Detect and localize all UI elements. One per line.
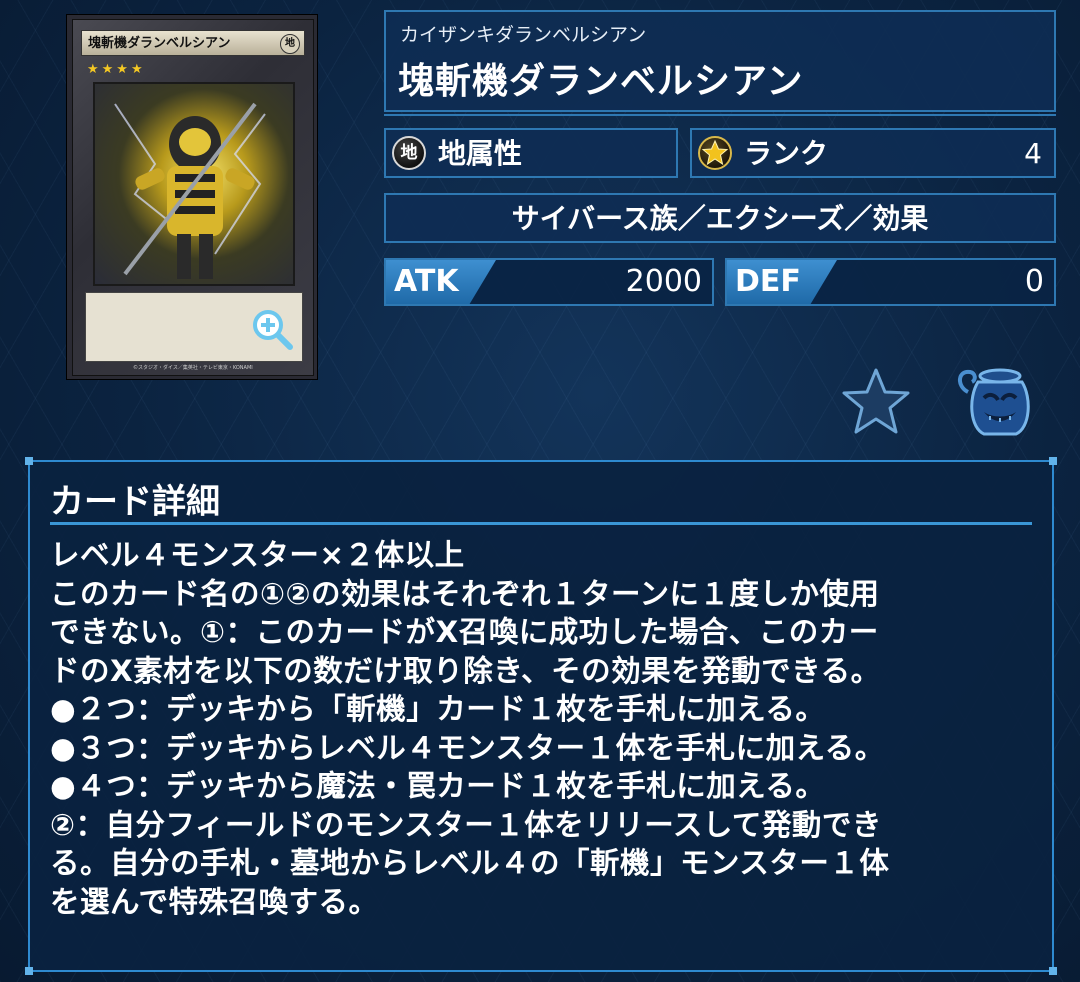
card-image-stars: ★★★★ [87, 62, 146, 77]
corner-marker [25, 967, 33, 975]
effect-line: を選んで特殊召喚する。 [50, 884, 379, 919]
corner-marker [1049, 457, 1057, 465]
type-panel: サイバース族／エクシーズ／効果 [384, 193, 1056, 243]
attribute-label: 地属性 [438, 137, 523, 170]
card-details-panel: カード詳細 レベル４モンスター×２体以上 このカード名の①②の効果はそれぞれ１タ… [25, 457, 1057, 975]
rank-star-icon [698, 136, 732, 170]
atk-panel: ATK 2000 [384, 258, 714, 306]
details-heading: カード詳細 [50, 482, 220, 522]
card-artwork-graphic [114, 102, 266, 279]
card-artwork [93, 82, 295, 286]
rank-panel: ランク 4 [690, 128, 1056, 178]
card-effect-text: レベル４モンスター×２体以上 このカード名の①②の効果はそれぞれ１ターンに１度し… [50, 536, 1040, 921]
rank-value: 4 [1024, 137, 1042, 170]
card-image[interactable]: 塊斬機ダランベルシアン 地 ★★★★ ©スタジオ・ダイス／集英社・テレビ東京・K… [66, 14, 318, 380]
effect-line: ②：自分フィールドのモンスター１体をリリースして発動でき [50, 807, 882, 842]
card-image-attribute: 地 [280, 34, 300, 54]
card-name-ruby: カイザンキダランベルシアン [400, 24, 647, 46]
effect-line: レベル４モンスター×２体以上 [50, 538, 465, 572]
card-name-panel: カイザンキダランベルシアン 塊斬機ダランベルシアン [384, 10, 1056, 116]
card-name: 塊斬機ダランベルシアン [398, 61, 804, 102]
def-label: DEF [735, 264, 801, 299]
card-image-copyright: ©スタジオ・ダイス／集英社・テレビ東京・KONAMI [133, 365, 253, 371]
def-value: 0 [1024, 264, 1044, 299]
card-image-text-box [85, 292, 303, 362]
attribute-panel: 地 地属性 [384, 128, 678, 178]
corner-marker [1049, 967, 1057, 975]
type-line: サイバース族／エクシーズ／効果 [511, 202, 929, 235]
effect-line: ●４つ：デッキから魔法・罠カード１枚を手札に加える。 [50, 769, 826, 803]
card-face: 塊斬機ダランベルシアン 地 ★★★★ ©スタジオ・ダイス／集英社・テレビ東京・K… [72, 19, 314, 376]
atk-label: ATK [394, 264, 459, 299]
effect-line: ●２つ：デッキから「斬機」カード１枚を手札に加える。 [50, 692, 826, 726]
effect-line: る。自分の手札・墓地からレベル４の「斬機」モンスター１体 [50, 846, 890, 880]
card-image-name: 塊斬機ダランベルシアン 地 [81, 30, 305, 56]
favorite-star-icon[interactable] [840, 366, 912, 438]
pot-icon[interactable] [954, 362, 1036, 440]
atk-value: 2000 [625, 264, 702, 299]
rank-label: ランク [744, 137, 829, 170]
effect-line: できない。①：このカードがX召喚に成功した場合、このカー [50, 615, 879, 649]
zoom-icon[interactable] [250, 307, 294, 351]
earth-attribute-icon: 地 [392, 136, 426, 170]
def-panel: DEF 0 [725, 258, 1056, 306]
effect-line: ドのX素材を以下の数だけ取り除き、その効果を発動できる。 [50, 653, 881, 688]
effect-line: このカード名の①②の効果はそれぞれ１ターンに１度しか使用 [50, 576, 880, 611]
corner-marker [25, 457, 33, 465]
card-image-name-text: 塊斬機ダランベルシアン [88, 36, 231, 51]
effect-line: ●３つ：デッキからレベル４モンスター１体を手札に加える。 [50, 730, 885, 765]
details-divider [50, 522, 1032, 525]
